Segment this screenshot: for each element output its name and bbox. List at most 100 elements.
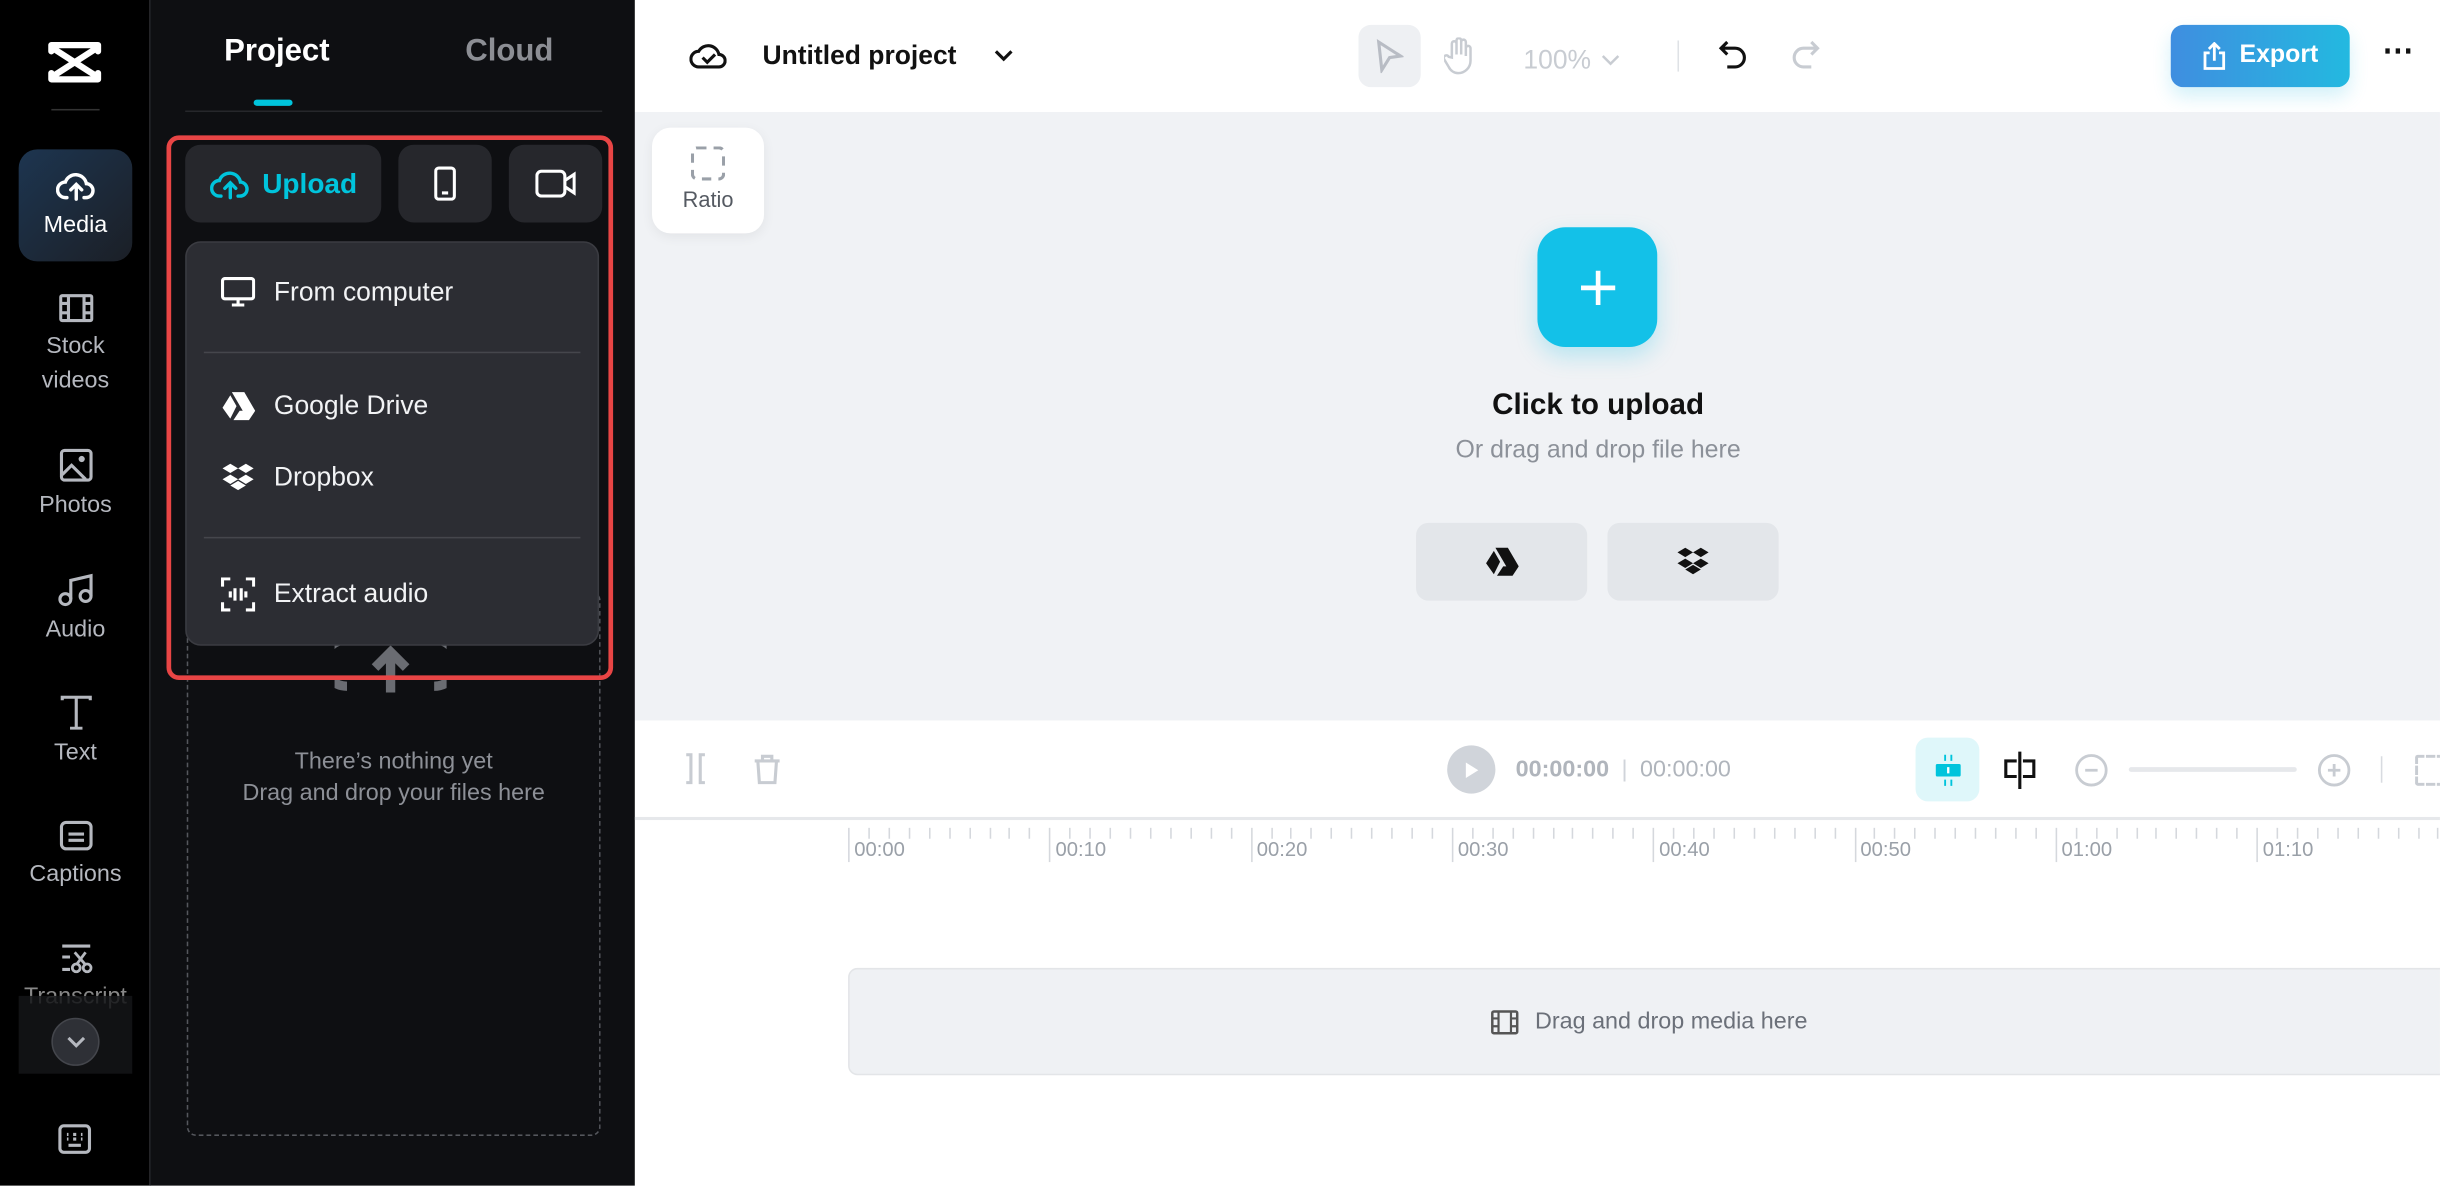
ruler-tick xyxy=(1310,827,1313,839)
menu-item-from-computer[interactable]: From computer xyxy=(220,276,453,308)
ruler-tick xyxy=(968,827,971,839)
chevron-down-icon xyxy=(1602,55,1620,66)
ruler-tick xyxy=(2377,827,2379,839)
fit-timeline-button[interactable] xyxy=(2415,754,2440,786)
empty-title: There’s nothing yet xyxy=(294,748,493,775)
upload-menu: From computer Google Drive Dropbox Extra… xyxy=(185,241,600,646)
rail-item-captions[interactable]: Captions xyxy=(19,820,133,892)
rail-item-text[interactable]: Text xyxy=(19,695,133,771)
zoom-select[interactable]: 100% xyxy=(1523,45,1622,76)
rail-item-label: Stock videos xyxy=(41,333,110,394)
split-button[interactable] xyxy=(2001,750,2038,798)
hand-icon xyxy=(1442,36,1472,75)
delete-button[interactable] xyxy=(753,753,781,792)
ruler-tick xyxy=(1833,827,1836,839)
rail-more-button[interactable] xyxy=(51,1017,100,1066)
rail-item-stock-videos[interactable]: Stock videos xyxy=(19,293,133,399)
ruler-label: 00:10 xyxy=(1055,837,1107,861)
ruler-tick xyxy=(1029,827,1031,839)
ruler-tick xyxy=(1733,827,1735,839)
undo-button[interactable] xyxy=(1718,39,1749,81)
keyboard-icon xyxy=(58,1124,92,1154)
ruler-label: 00:30 xyxy=(1457,837,1509,861)
ruler-tick xyxy=(1169,827,1172,839)
main-track-dropzone[interactable]: Drag and drop media here xyxy=(848,967,2440,1076)
share-upload-icon xyxy=(2203,42,2226,70)
ruler-tick xyxy=(1149,827,1152,839)
ruler-tick xyxy=(1974,827,1977,839)
minus-circle-icon xyxy=(2075,754,2108,787)
monitor-icon xyxy=(220,276,256,307)
ruler-tick xyxy=(1049,827,1051,863)
zoom-slider[interactable] xyxy=(2128,767,2297,772)
undo-icon xyxy=(1718,40,1746,69)
ruler-tick xyxy=(2035,827,2037,839)
tab-project[interactable]: Project xyxy=(224,34,330,70)
rail-item-label: Text xyxy=(54,739,97,766)
capcut-logo[interactable] xyxy=(47,40,103,91)
more-options-button[interactable]: ⋯ xyxy=(2382,31,2415,70)
image-icon xyxy=(59,448,92,482)
ruler-tick xyxy=(1914,827,1916,839)
rail-item-audio[interactable]: Audio xyxy=(19,573,133,648)
ruler-tick xyxy=(1230,827,1232,839)
ruler-tick xyxy=(908,827,910,839)
trim-icon xyxy=(686,753,705,785)
ruler-tick xyxy=(2236,827,2238,839)
ruler-tick xyxy=(1371,827,1373,839)
google-drive-button[interactable] xyxy=(1416,522,1588,601)
ruler-tick xyxy=(1129,827,1132,839)
redo-button[interactable] xyxy=(1790,39,1821,81)
project-title[interactable]: Untitled project xyxy=(762,40,956,71)
zoom-in-button[interactable] xyxy=(2317,753,2351,795)
rail-item-label: Captions xyxy=(29,860,122,887)
ratio-button[interactable]: Ratio xyxy=(652,127,765,234)
film-icon xyxy=(58,294,93,323)
ruler-tick xyxy=(1532,827,1534,839)
extract-audio-icon xyxy=(220,577,256,612)
ruler-tick xyxy=(1250,827,1253,863)
text-icon xyxy=(59,695,92,730)
ruler-tick xyxy=(1552,827,1554,839)
ruler-label: 00:50 xyxy=(1860,837,1911,861)
ruler-tick xyxy=(1934,827,1937,839)
ruler-tick xyxy=(1431,827,1434,839)
rail-item-label: Audio xyxy=(45,616,106,643)
ruler-tick xyxy=(1854,827,1856,863)
time-ruler[interactable]: 00:00 00:10 00:20 00:30 00:40 00:50 01:00 01:10 xyxy=(635,820,2440,882)
menu-item-extract-audio[interactable]: Extract audio xyxy=(220,577,428,612)
menu-item-dropbox[interactable]: Dropbox xyxy=(221,462,374,493)
hand-tool-button[interactable] xyxy=(1442,36,1475,82)
tab-cloud[interactable]: Cloud xyxy=(465,34,553,70)
project-menu-chevron[interactable] xyxy=(993,44,1015,72)
chevron-down-icon xyxy=(66,1036,85,1048)
keyboard-shortcuts-button[interactable] xyxy=(58,1124,92,1163)
ruler-tick xyxy=(2196,827,2198,839)
snap-icon xyxy=(1935,753,1960,786)
rail-item-media[interactable]: Media xyxy=(18,149,133,262)
cloud-upload-icon xyxy=(55,173,94,201)
empty-subtitle: Drag and drop your files here xyxy=(242,779,545,807)
menu-item-google-drive[interactable]: Google Drive xyxy=(221,391,428,422)
chevron-down-icon xyxy=(994,50,1013,62)
zoom-out-button[interactable] xyxy=(2074,753,2108,795)
export-button[interactable]: Export xyxy=(2170,24,2350,88)
select-tool-button[interactable] xyxy=(1358,24,1421,88)
rail-item-label: Media xyxy=(43,211,108,239)
ruler-tick xyxy=(1451,827,1454,863)
dropbox-button[interactable] xyxy=(1607,522,1779,601)
ruler-tick xyxy=(1813,827,1816,839)
google-drive-icon xyxy=(1486,547,1519,576)
auto-snap-button[interactable] xyxy=(1915,737,1980,802)
rail-item-photos[interactable]: Photos xyxy=(19,448,133,523)
ruler-tick xyxy=(1793,827,1796,839)
upload-plus-button[interactable] xyxy=(1537,227,1658,348)
left-rail: Media Stock videos Photos Audio Text Cap… xyxy=(0,0,150,1186)
play-button[interactable] xyxy=(1447,745,1496,794)
trim-button[interactable] xyxy=(682,753,710,792)
ruler-tick xyxy=(1391,827,1393,839)
ruler-tick xyxy=(1190,827,1192,839)
ruler-label: 00:40 xyxy=(1659,837,1710,861)
rail-item-label: Photos xyxy=(39,491,112,519)
play-icon xyxy=(1465,761,1478,778)
